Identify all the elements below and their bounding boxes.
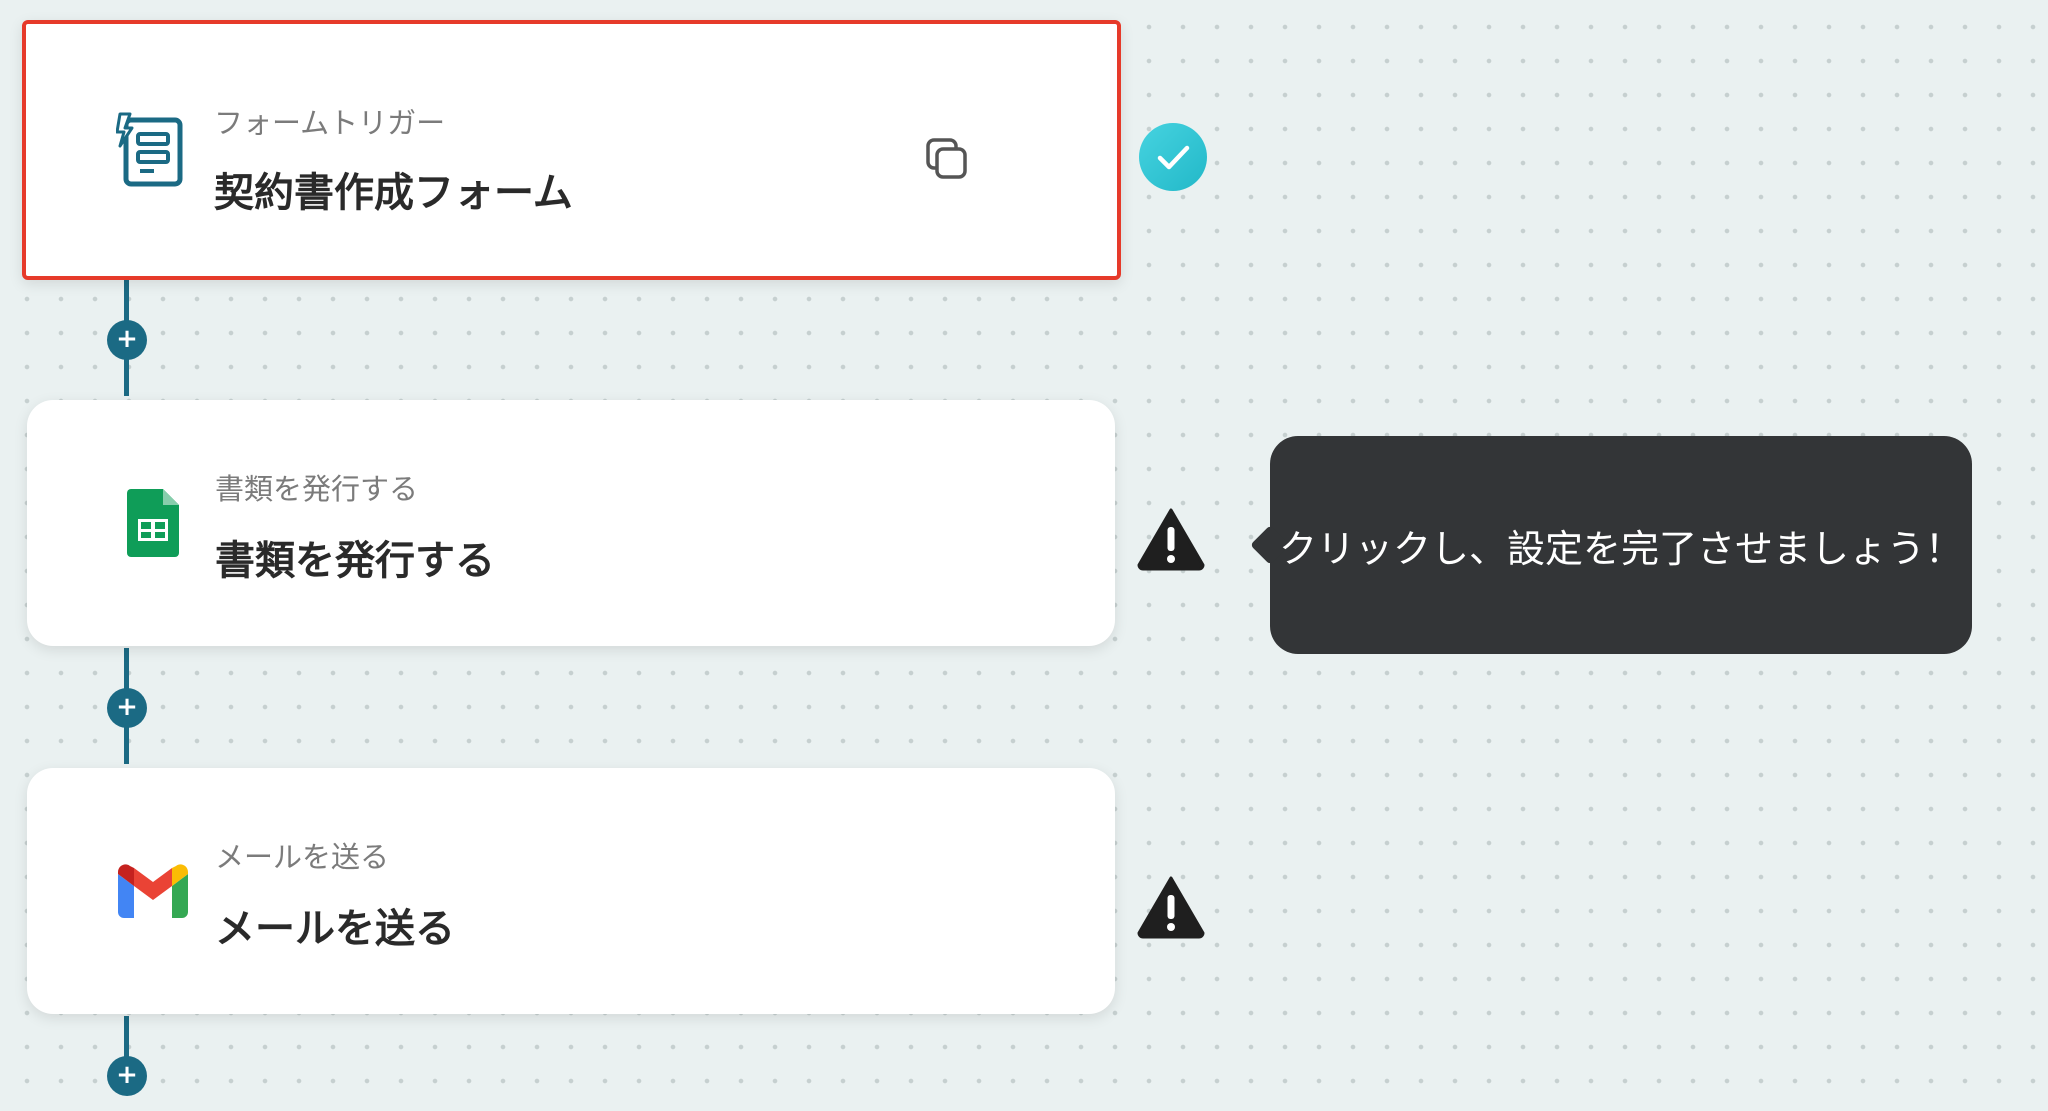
plus-icon: + bbox=[116, 692, 138, 722]
step-type-label: メールを送る bbox=[215, 840, 390, 874]
add-step-button[interactable]: + bbox=[107, 320, 147, 360]
setup-tooltip: クリックし、設定を完了させましょう！ bbox=[1270, 436, 1972, 654]
plus-icon: + bbox=[116, 1060, 138, 1090]
step-title: 契約書作成フォーム bbox=[214, 170, 573, 216]
form-trigger-icon bbox=[114, 112, 190, 188]
complete-check-icon bbox=[1136, 120, 1210, 194]
tooltip-text: クリックし、設定を完了させましょう！ bbox=[1278, 526, 1963, 571]
step-title: メールを送る bbox=[215, 906, 455, 952]
warning-icon bbox=[1134, 502, 1208, 576]
step-title: 書類を発行する bbox=[215, 538, 495, 584]
step-card-form-trigger[interactable]: フォームトリガー 契約書作成フォーム bbox=[22, 20, 1121, 280]
plus-icon: + bbox=[116, 324, 138, 354]
step-card-send-email[interactable]: メールを送る メールを送る bbox=[27, 768, 1115, 1014]
copy-icon[interactable] bbox=[920, 132, 974, 186]
gmail-icon bbox=[115, 853, 191, 929]
add-step-button[interactable]: + bbox=[107, 688, 147, 728]
google-sheets-icon bbox=[115, 485, 191, 561]
step-type-label: 書類を発行する bbox=[215, 472, 419, 506]
step-type-label: フォームトリガー bbox=[214, 106, 446, 140]
add-step-button[interactable]: + bbox=[107, 1056, 147, 1096]
warning-icon bbox=[1134, 870, 1208, 944]
step-card-issue-document[interactable]: 書類を発行する 書類を発行する bbox=[27, 400, 1115, 646]
